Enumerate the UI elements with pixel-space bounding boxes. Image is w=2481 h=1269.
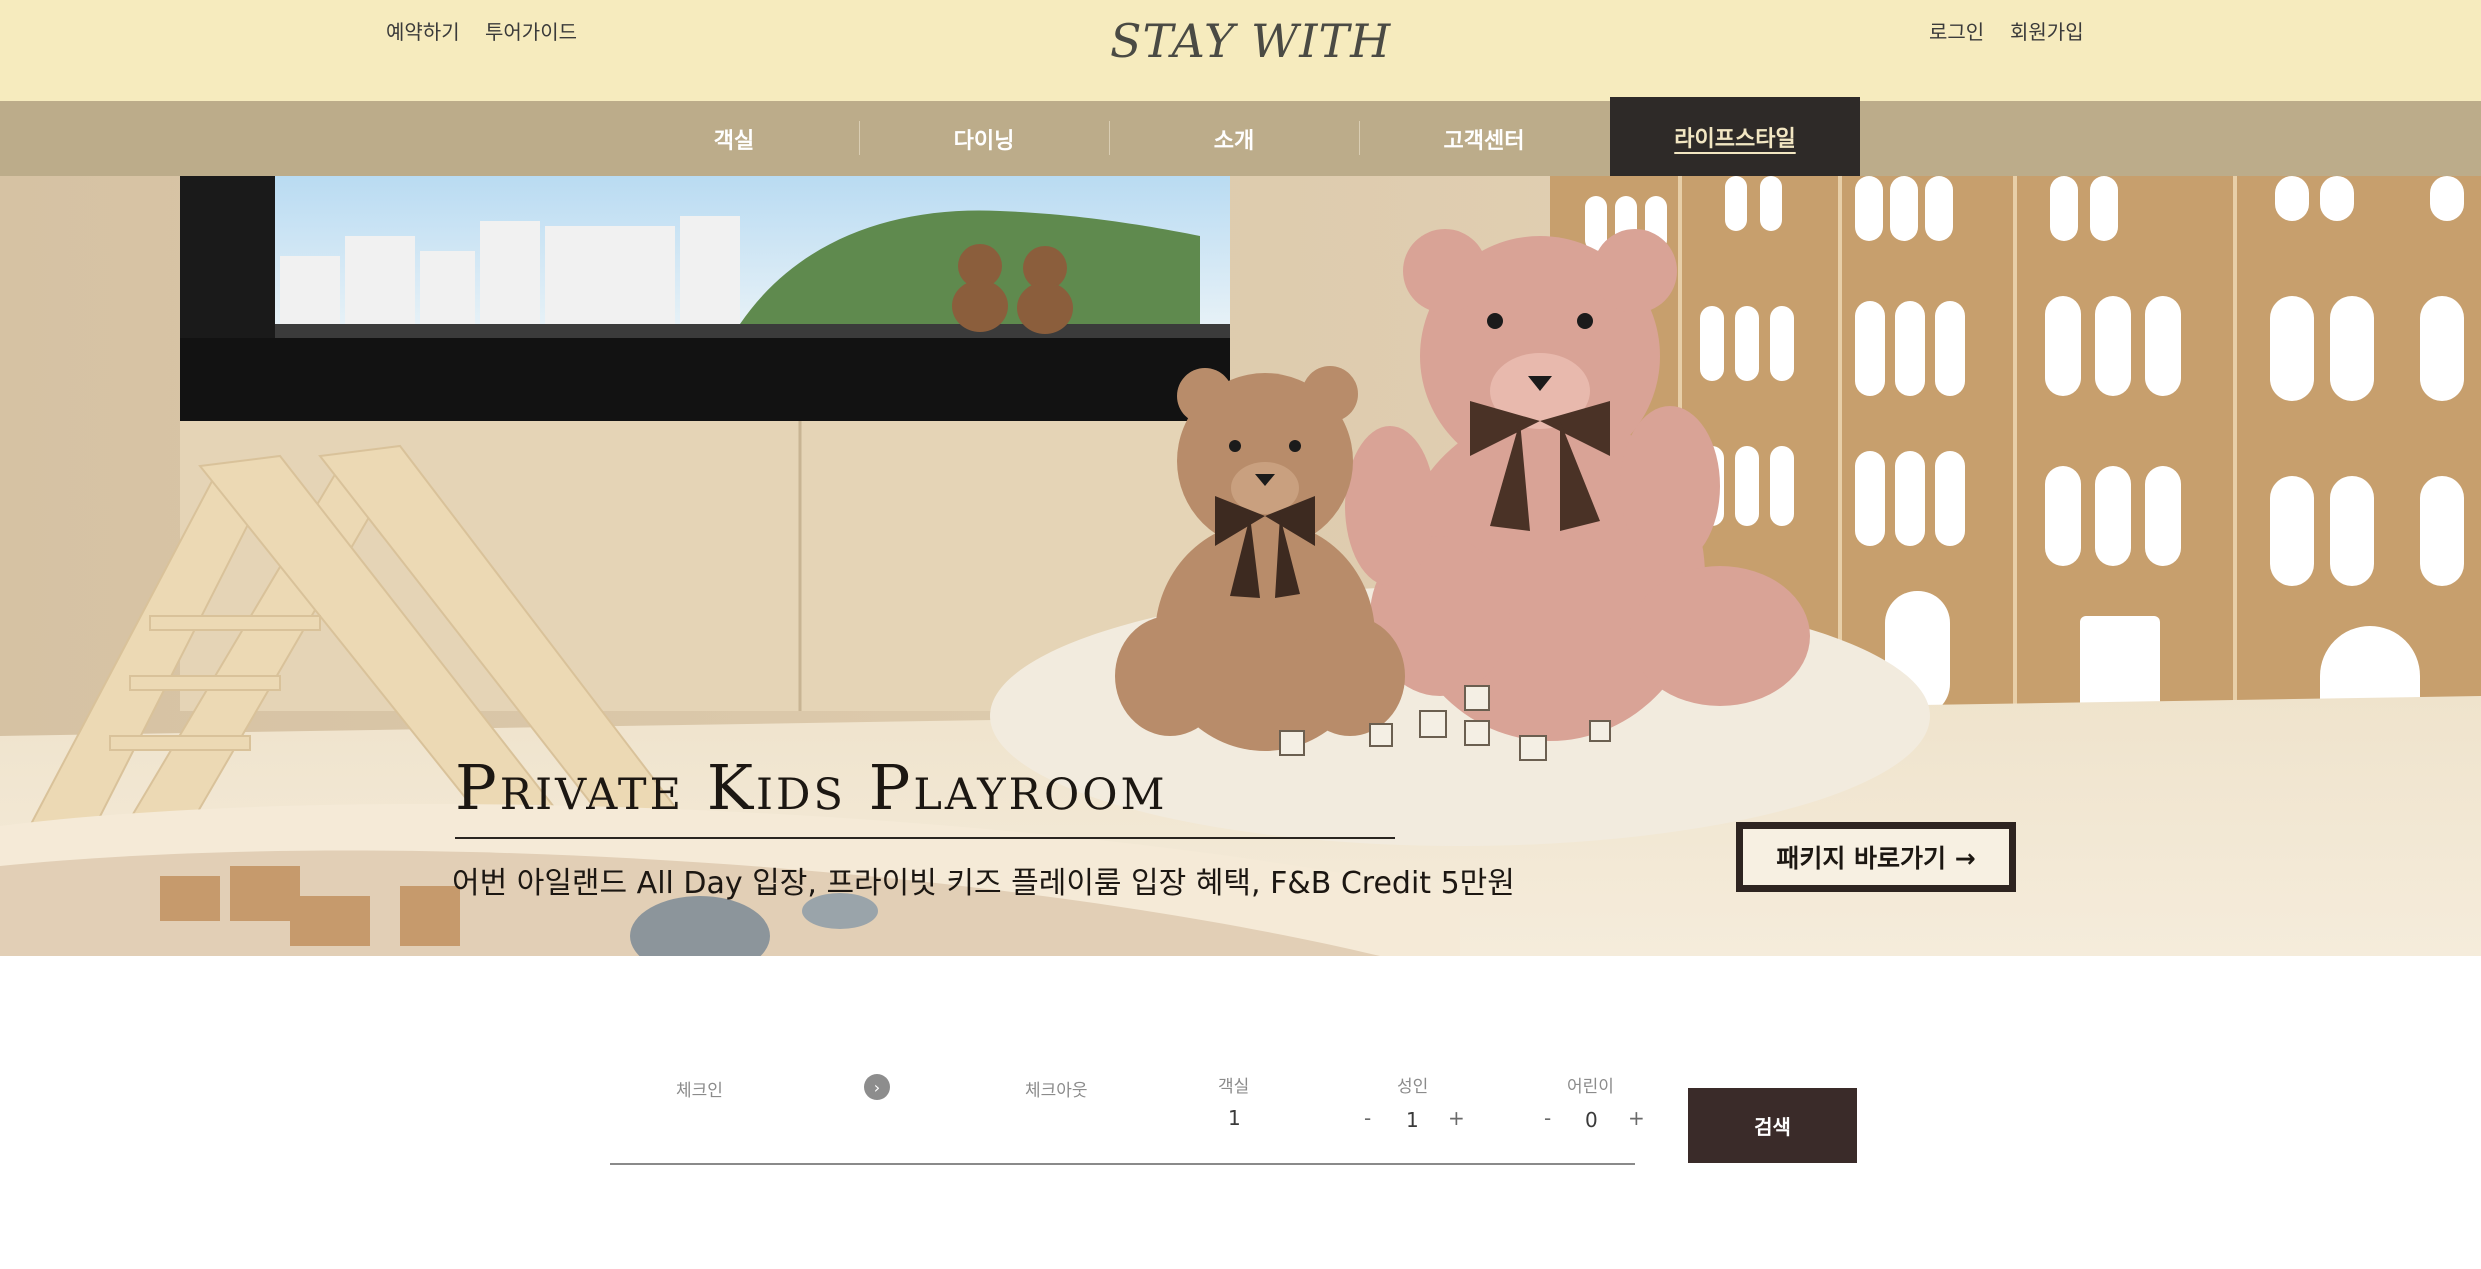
adults-value: 1 [1406, 1108, 1419, 1132]
nav-item-rooms[interactable]: 객실 [609, 101, 859, 176]
tour-guide-link[interactable]: 투어가이드 [485, 16, 577, 45]
nav-item-lifestyle[interactable]: 라이프스타일 [1610, 97, 1860, 176]
package-link-button[interactable]: 패키지 바로가기 → [1736, 822, 2016, 892]
rooms-value[interactable]: 1 [1228, 1106, 1241, 1130]
adults-increase-button[interactable]: + [1448, 1106, 1465, 1130]
children-value: 0 [1585, 1108, 1598, 1132]
top-utility-bar: 예약하기 투어가이드 STAY WITH 로그인 회원가입 [0, 0, 2481, 101]
playroom-photo [0, 176, 2481, 956]
main-nav: 객실 다이닝 소개 고객센터 라이프스타일 [0, 97, 2481, 176]
chevron-right-icon: › [864, 1074, 890, 1100]
children-increase-button[interactable]: + [1628, 1106, 1645, 1130]
children-label: 어린이 [1567, 1077, 1614, 1097]
hero-banner: Private Kids Playroom 어번 아일랜드 All Day 입장… [0, 176, 2481, 956]
search-button[interactable]: 검색 [1688, 1088, 1857, 1163]
booking-search-bar: 체크인 › 체크아웃 객실 1 성인 - 1 + 어린이 - 0 + 검색 [0, 956, 2481, 1269]
hero-subtitle: 어번 아일랜드 All Day 입장, 프라이빗 키즈 플레이룸 입장 혜택, … [452, 866, 1515, 901]
hero-title: Private Kids Playroom [455, 751, 1168, 824]
nav-item-about[interactable]: 소개 [1109, 101, 1359, 176]
checkout-label: 체크아웃 [1025, 1081, 1088, 1101]
adults-decrease-button[interactable]: - [1364, 1106, 1371, 1130]
rooms-label: 객실 [1218, 1077, 1250, 1097]
nav-item-dining[interactable]: 다이닝 [859, 101, 1109, 176]
login-link[interactable]: 로그인 [1929, 16, 1984, 45]
nav-item-customer-center[interactable]: 고객센터 [1359, 101, 1609, 176]
children-decrease-button[interactable]: - [1544, 1106, 1551, 1130]
reserve-link[interactable]: 예약하기 [386, 16, 460, 45]
site-logo[interactable]: STAY WITH [1110, 14, 1391, 68]
signup-link[interactable]: 회원가입 [2010, 16, 2084, 45]
checkin-label: 체크인 [676, 1081, 723, 1101]
hero-divider [455, 837, 1395, 839]
adults-label: 성인 [1397, 1077, 1429, 1097]
booking-underline [610, 1163, 1635, 1165]
